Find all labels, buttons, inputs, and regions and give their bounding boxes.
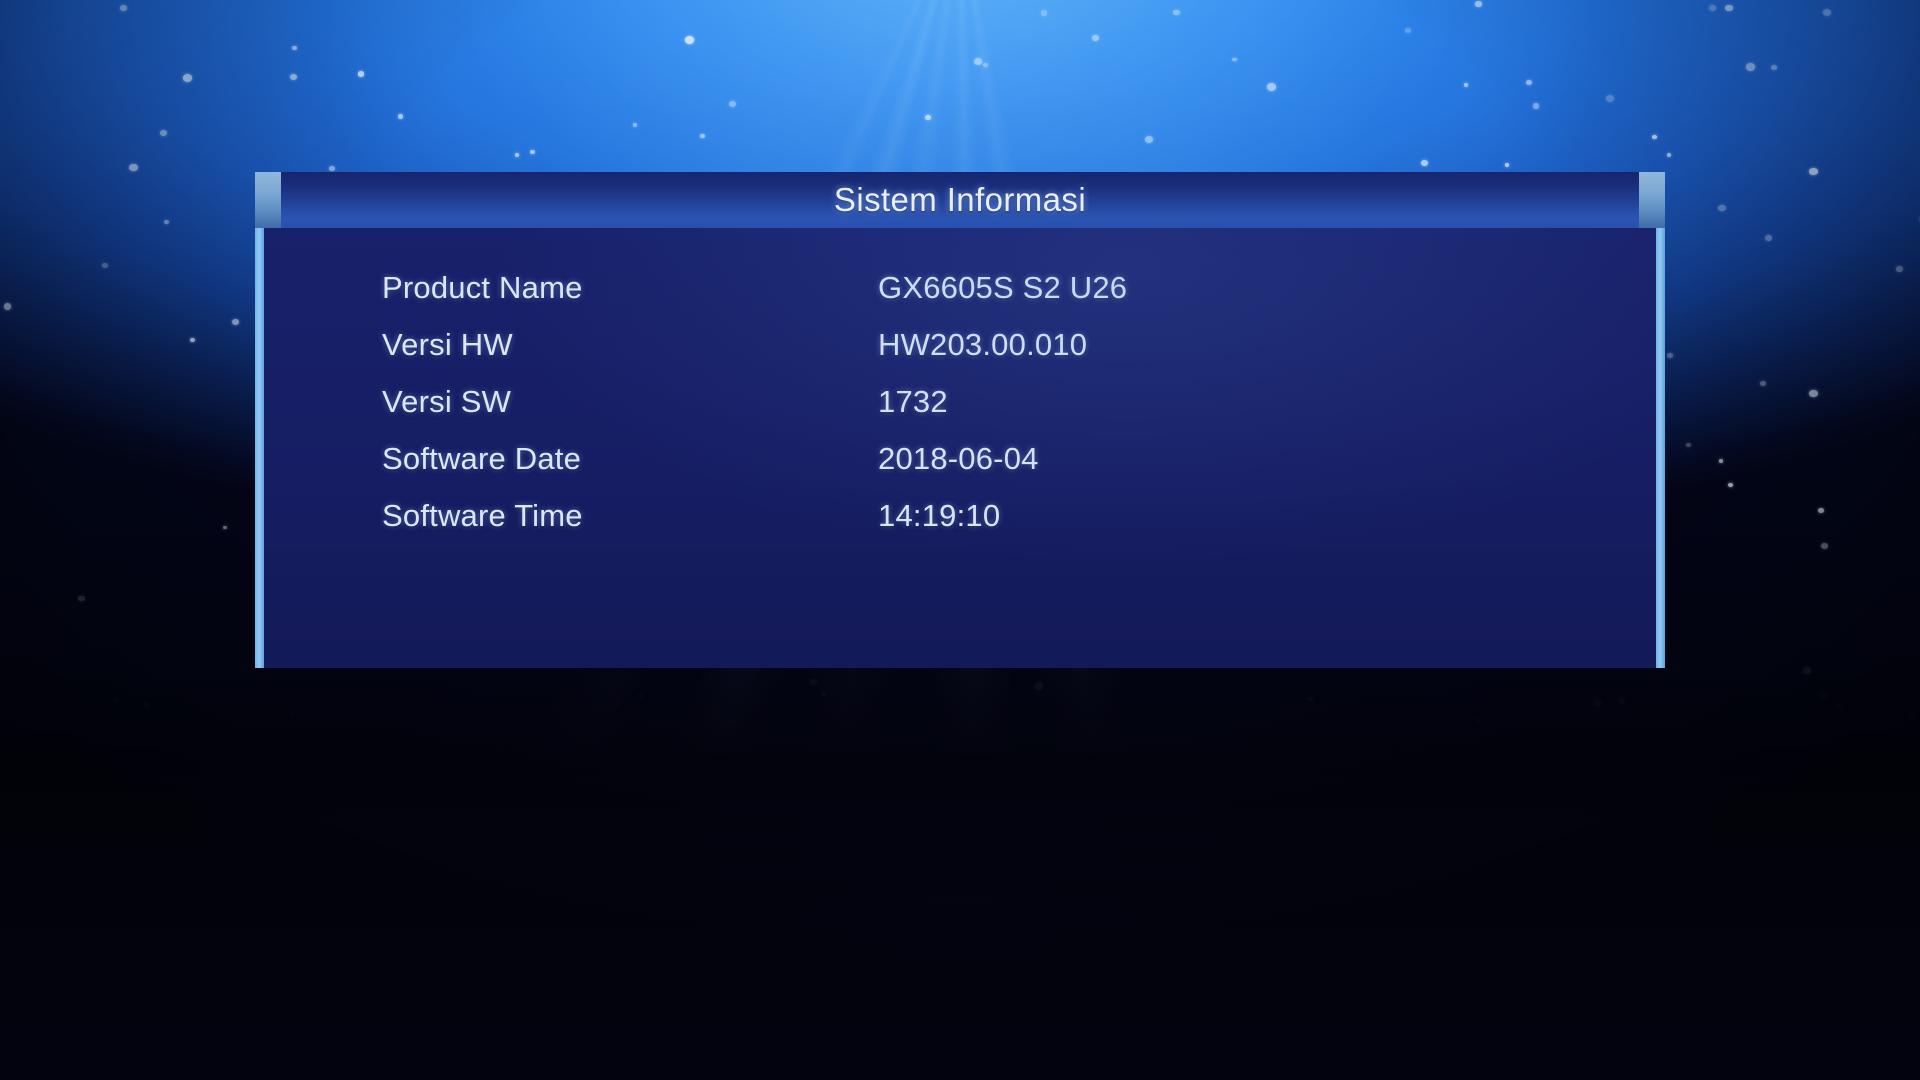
- info-row: Versi HW HW203.00.010: [382, 327, 1616, 384]
- dialog-body: Product Name GX6605S S2 U26 Versi HW HW203.…: [264, 228, 1656, 668]
- info-row-value: HW203.00.010: [878, 327, 1088, 362]
- info-row: Product Name GX6605S S2 U26: [382, 270, 1616, 327]
- info-row-value: 1732: [878, 384, 948, 419]
- dialog-left-border: [255, 172, 264, 668]
- info-row: Software Time 14:19:10: [382, 498, 1616, 555]
- info-row: Software Date 2018-06-04: [382, 441, 1616, 498]
- info-row-value: GX6605S S2 U26: [878, 270, 1128, 305]
- info-row-value: 14:19:10: [878, 498, 1001, 533]
- info-row-label: Versi HW: [382, 327, 513, 362]
- info-row-value: 2018-06-04: [878, 441, 1039, 476]
- tv-screen: Sistem Informasi Product Name GX6605S S2 …: [0, 0, 1920, 1080]
- info-row-label: Product Name: [382, 270, 583, 305]
- dialog-title: Sistem Informasi: [833, 181, 1087, 218]
- info-row: Versi SW 1732: [382, 384, 1616, 441]
- dialog-title-bar: Sistem Informasi: [255, 172, 1665, 228]
- info-row-label: Software Time: [382, 498, 583, 533]
- info-row-label: Software Date: [382, 441, 582, 476]
- system-info-list: Product Name GX6605S S2 U26 Versi HW HW203.…: [382, 270, 1616, 555]
- dialog-right-border: [1656, 172, 1665, 668]
- info-row-label: Versi SW: [382, 384, 512, 419]
- system-information-dialog: Sistem Informasi Product Name GX6605S S2 …: [255, 172, 1665, 668]
